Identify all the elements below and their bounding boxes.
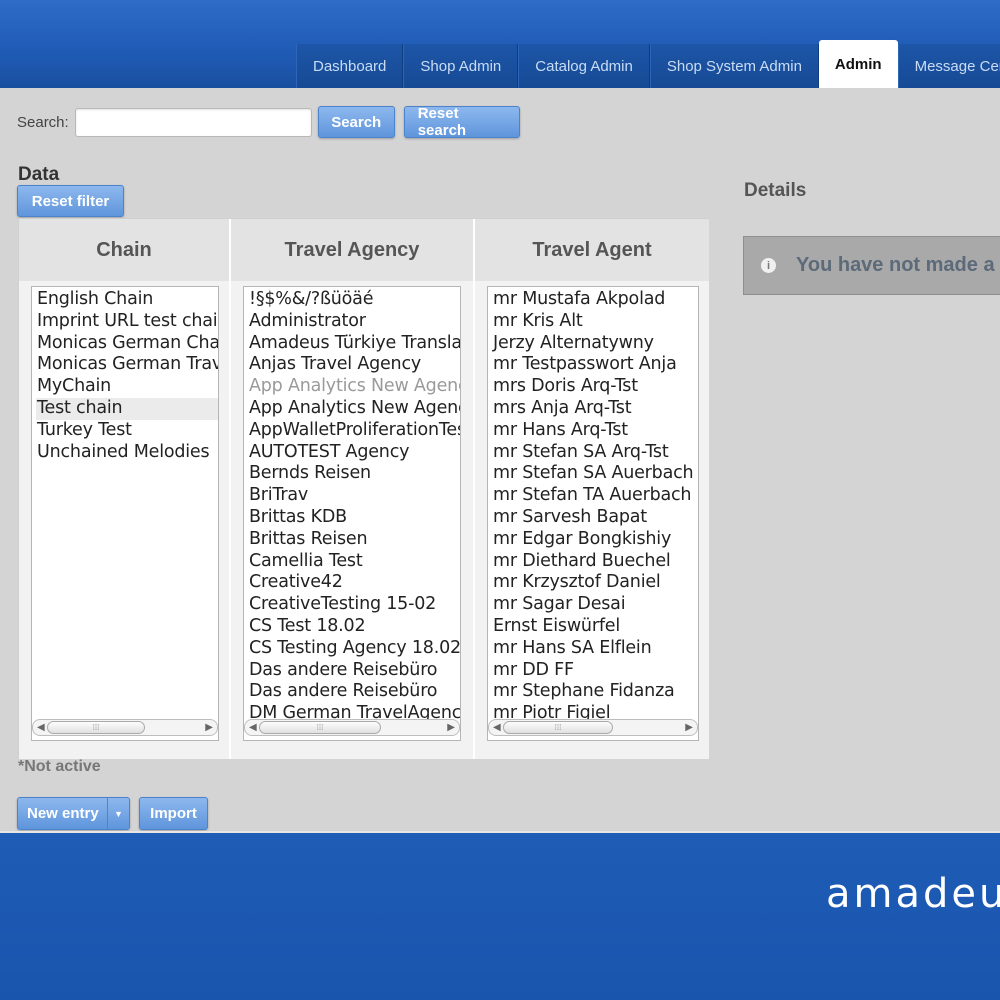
data-section-title: Data — [18, 164, 60, 185]
list-item[interactable]: mr Mustafa Akpolad — [492, 289, 698, 311]
chain-list: English Chain Imprint URL test chain Monic… — [36, 289, 218, 463]
list-item[interactable]: mr Testpasswort Anja — [492, 354, 698, 376]
search-input[interactable] — [74, 107, 312, 137]
main-nav-tabs: Dashboard Shop Admin Catalog Admin Shop … — [296, 40, 1000, 88]
tab-shop-system-admin[interactable]: Shop System Admin — [649, 44, 819, 88]
list-item[interactable]: !§$%&/?ßüöäé — [248, 289, 460, 311]
list-item[interactable]: mr Hans SA Elflein — [492, 638, 698, 660]
list-item[interactable]: English Chain — [36, 289, 218, 311]
agency-horizontal-scrollbar[interactable]: ◀ ⁞⁞⁞ ▶ — [244, 719, 460, 736]
list-item[interactable]: Camellia Test — [248, 551, 460, 573]
list-item[interactable]: mr Stefan SA Arq-Tst — [492, 442, 698, 464]
reset-filter-button[interactable]: Reset filter — [17, 185, 124, 217]
details-title: Details — [744, 180, 807, 201]
list-item[interactable]: mrs Anja Arq-Tst — [492, 398, 698, 420]
chevron-down-icon[interactable]: ▼ — [107, 798, 129, 829]
scroll-right-icon[interactable]: ▶ — [205, 722, 213, 733]
list-item[interactable]: Test chain — [36, 397, 218, 420]
scroll-left-icon[interactable]: ◀ — [249, 722, 257, 733]
agent-listbox[interactable]: mr Mustafa Akpolad mr Kris Alt Jerzy Alter… — [487, 286, 699, 741]
agency-column-header: Travel Agency — [231, 219, 473, 281]
list-item[interactable]: CS Test 18.02 — [248, 616, 460, 638]
list-item[interactable]: MyChain — [36, 376, 218, 398]
list-item[interactable]: Anjas Travel Agency — [248, 354, 460, 376]
list-item[interactable]: Administrator — [248, 311, 460, 333]
list-item[interactable]: Amadeus Türkiye Translator — [248, 333, 460, 355]
list-item[interactable]: CS Testing Agency 18.02 — [248, 638, 460, 660]
agent-list: mr Mustafa Akpolad mr Kris Alt Jerzy Alter… — [492, 289, 698, 725]
agency-list: !§$%&/?ßüöäé Administrator Amadeus Türkiye… — [248, 289, 460, 725]
scroll-left-icon[interactable]: ◀ — [493, 722, 501, 733]
search-label: Search: — [17, 113, 69, 131]
list-item[interactable]: Jerzy Alternatywny — [492, 333, 698, 355]
list-item[interactable]: mr Sagar Desai — [492, 594, 698, 616]
list-item[interactable]: Bernds Reisen — [248, 463, 460, 485]
list-item[interactable]: mr Kris Alt — [492, 311, 698, 333]
list-item[interactable]: Turkey Test — [36, 420, 218, 442]
footer: amadeu — [0, 831, 1000, 1000]
list-item[interactable]: Brittas KDB — [248, 507, 460, 529]
import-button[interactable]: Import — [139, 797, 208, 830]
list-item[interactable]: mr Stefan SA Auerbach — [492, 463, 698, 485]
search-bar: Search: Search Reset search — [17, 105, 520, 139]
chain-listbox[interactable]: English Chain Imprint URL test chain Monic… — [31, 286, 219, 741]
agency-column: Travel Agency !§$%&/?ßüöäé Administrator A… — [231, 219, 473, 759]
list-item[interactable]: BriTrav — [248, 485, 460, 507]
scroll-right-icon[interactable]: ▶ — [447, 722, 455, 733]
list-item[interactable]: Monicas German Chain — [36, 333, 218, 355]
scrollbar-thumb[interactable]: ⁞⁞⁞ — [259, 721, 381, 734]
list-item[interactable]: mr DD FF — [492, 660, 698, 682]
chain-column: Chain English Chain Imprint URL test chai… — [19, 219, 229, 759]
search-button[interactable]: Search — [317, 106, 395, 138]
top-header: Dashboard Shop Admin Catalog Admin Shop … — [0, 0, 1000, 88]
list-item[interactable]: Ernst Eiswürfel — [492, 616, 698, 638]
scrollbar-thumb[interactable]: ⁞⁞⁞ — [503, 721, 613, 734]
list-item[interactable]: Das andere Reisebüro — [248, 681, 460, 703]
list-item[interactable]: Creative42 — [248, 572, 460, 594]
main-content: Search: Search Reset search Data Reset f… — [0, 88, 1000, 831]
list-item[interactable]: Brittas Reisen — [248, 529, 460, 551]
tab-message-center[interactable]: Message Cent — [897, 44, 1000, 88]
list-item[interactable]: mr Stephane Fidanza — [492, 681, 698, 703]
tab-dashboard[interactable]: Dashboard — [296, 44, 404, 88]
scroll-left-icon[interactable]: ◀ — [37, 722, 45, 733]
new-entry-button[interactable]: New entry ▼ — [17, 797, 130, 830]
agent-horizontal-scrollbar[interactable]: ◀ ⁞⁞⁞ ▶ — [488, 719, 698, 736]
chain-horizontal-scrollbar[interactable]: ◀ ⁞⁞⁞ ▶ — [32, 719, 218, 736]
agent-column: Travel Agent mr Mustafa Akpolad mr Kris A… — [475, 219, 709, 759]
tab-admin[interactable]: Admin — [818, 40, 898, 88]
scrollbar-thumb[interactable]: ⁞⁞⁞ — [47, 721, 145, 734]
new-entry-label: New entry — [27, 805, 99, 822]
list-item[interactable]: mrs Doris Arq-Tst — [492, 376, 698, 398]
list-item[interactable]: Monicas German Travel — [36, 354, 218, 376]
list-item[interactable]: mr Krzysztof Daniel — [492, 572, 698, 594]
list-item[interactable]: mr Edgar Bongkishiy — [492, 529, 698, 551]
list-item[interactable]: Unchained Melodies — [36, 442, 218, 464]
list-item[interactable]: Das andere Reisebüro — [248, 660, 460, 682]
data-filter-panel: Chain English Chain Imprint URL test chai… — [18, 218, 709, 759]
not-active-note: *Not active — [18, 758, 101, 775]
list-item[interactable]: mr Sarvesh Bapat — [492, 507, 698, 529]
reset-search-button[interactable]: Reset search — [403, 105, 520, 139]
list-item[interactable]: AppWalletProliferationTest — [248, 420, 460, 442]
scroll-right-icon[interactable]: ▶ — [685, 722, 693, 733]
list-item[interactable]: CreativeTesting 15-02 — [248, 594, 460, 616]
list-item[interactable]: mr Diethard Buechel — [492, 551, 698, 573]
agency-listbox[interactable]: !§$%&/?ßüöäé Administrator Amadeus Türkiye… — [243, 286, 461, 741]
info-icon: i — [761, 258, 776, 273]
list-item[interactable]: mr Stefan TA Auerbach — [492, 485, 698, 507]
agent-column-header: Travel Agent — [475, 219, 709, 281]
details-notice: i You have not made a s — [743, 236, 1000, 295]
list-item[interactable]: AUTOTEST Agency — [248, 442, 460, 464]
chain-column-header: Chain — [19, 219, 229, 281]
list-item[interactable]: App Analytics New Agency — [248, 376, 460, 398]
amadeus-logo: amadeu — [826, 871, 1000, 917]
list-item[interactable]: Imprint URL test chain — [36, 311, 218, 333]
list-item[interactable]: App Analytics New Agency — [248, 398, 460, 420]
tab-shop-admin[interactable]: Shop Admin — [403, 44, 519, 88]
notice-text: You have not made a s — [796, 254, 1000, 276]
list-item[interactable]: mr Hans Arq-Tst — [492, 420, 698, 442]
tab-catalog-admin[interactable]: Catalog Admin — [518, 44, 650, 88]
